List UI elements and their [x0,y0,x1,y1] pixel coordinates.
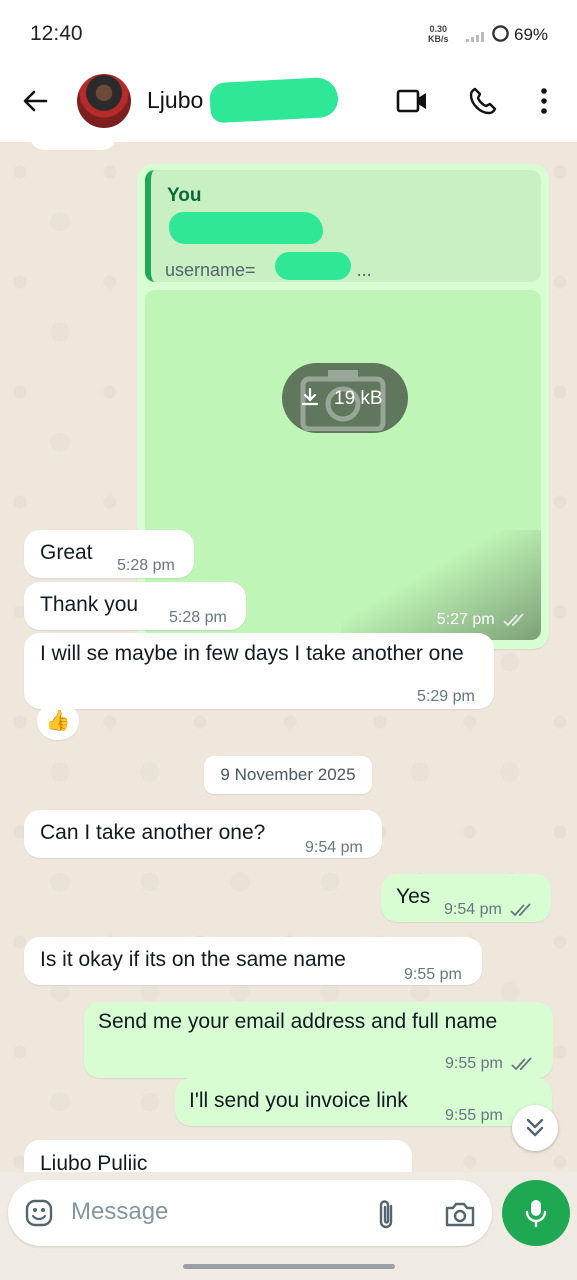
message-text: I'll send you invoice link [189,1089,408,1112]
redaction-mark [169,212,323,244]
contact-name[interactable]: Ljubo [147,87,203,114]
message-text: I will se maybe in few days I take anoth… [40,642,464,665]
message-text: Send me your email address and full name [98,1010,498,1033]
message-text: Is it okay if its on the same name [40,948,346,971]
previous-message-edge [30,142,116,150]
quote-author: You [167,185,202,206]
chat-area[interactable]: You username= ... 19 kB 5:27 pm Great 5:… [0,142,577,1172]
double-check-icon [511,1057,532,1071]
redaction-mark [209,76,339,124]
message-time: 9:55 pm [445,1102,503,1130]
message-time-value: 9:55 pm [445,1055,503,1072]
message-time: 9:54 pm [444,896,534,924]
download-size: 19 kB [334,388,383,409]
battery-percent: 69% [514,25,549,44]
message-time: 9:55 pm [445,1050,535,1078]
message-time: 5:28 pm [117,557,175,574]
message-time-value: 5:27 pm [436,611,495,628]
microphone-button[interactable] [502,1180,570,1246]
message-text: Thank you [40,593,139,616]
status-time: 12:40 [30,22,83,45]
chat-header: Ljubo [0,66,577,142]
battery-icon [492,25,509,42]
message-composer[interactable]: Message [8,1180,492,1246]
home-indicator[interactable] [183,1264,395,1269]
message-input[interactable]: Message [71,1198,168,1226]
message-time: 5:29 pm [417,688,475,705]
download-icon [301,387,319,406]
message-text: Can I take another one? [40,821,266,844]
more-vertical-icon[interactable] [538,86,550,116]
message-text: Liubo Puliic [40,1152,148,1172]
message-text: Yes [396,885,431,908]
network-speed-value: 0.30 [429,24,448,34]
message-time: 9:54 pm [305,839,363,856]
message-incoming[interactable]: Can I take another one? 9:54 pm [24,810,382,858]
phone-icon[interactable] [468,86,498,116]
download-button[interactable]: 19 kB [282,363,408,433]
message-incoming[interactable]: Thank you 5:28 pm [24,582,246,630]
date-divider: 9 November 2025 [204,756,372,794]
message-time: 5:27 pm [437,606,527,634]
camera-icon[interactable] [444,1200,476,1228]
message-outgoing[interactable]: I'll send you invoice link 9:55 pm [175,1078,552,1126]
message-incoming[interactable]: I will se maybe in few days I take anoth… [24,633,494,709]
image-message[interactable]: You username= ... 19 kB 5:27 pm [137,164,549,649]
emoji-icon[interactable] [24,1198,54,1228]
reaction-badge[interactable]: 👍 [37,702,79,740]
message-outgoing[interactable]: Send me your email address and full name… [84,1002,553,1078]
message-text: Great [40,541,93,564]
paperclip-icon[interactable] [376,1198,398,1230]
message-time: 5:28 pm [169,609,227,626]
message-incoming[interactable]: Liubo Puliic [24,1140,412,1172]
arrow-left-icon[interactable] [20,86,50,116]
avatar[interactable] [77,74,131,128]
scroll-to-bottom-button[interactable] [512,1105,558,1151]
chevron-double-down-icon [526,1118,544,1137]
signal-icon [466,32,484,42]
double-check-icon [510,903,531,917]
network-speed-unit: KB/s [428,34,449,44]
quote-ellipsis: ... [356,260,372,280]
status-bar: 12:40 0.30 KB/s 69% [0,0,577,66]
message-incoming[interactable]: Great 5:28 pm [24,530,194,578]
quoted-reply[interactable]: You username= ... [145,170,541,282]
microphone-icon [525,1200,547,1228]
network-speed: 0.30 KB/s [428,24,449,44]
video-camera-icon[interactable] [396,88,428,114]
message-time-value: 9:54 pm [444,901,502,918]
message-time-value: 9:55 pm [445,1107,503,1124]
message-incoming[interactable]: Is it okay if its on the same name 9:55 … [24,937,482,985]
quote-text-value: username= [165,260,256,280]
message-outgoing[interactable]: Yes 9:54 pm [381,874,551,922]
double-check-icon [503,613,524,627]
redaction-mark [275,252,351,280]
message-time: 9:55 pm [404,966,462,983]
